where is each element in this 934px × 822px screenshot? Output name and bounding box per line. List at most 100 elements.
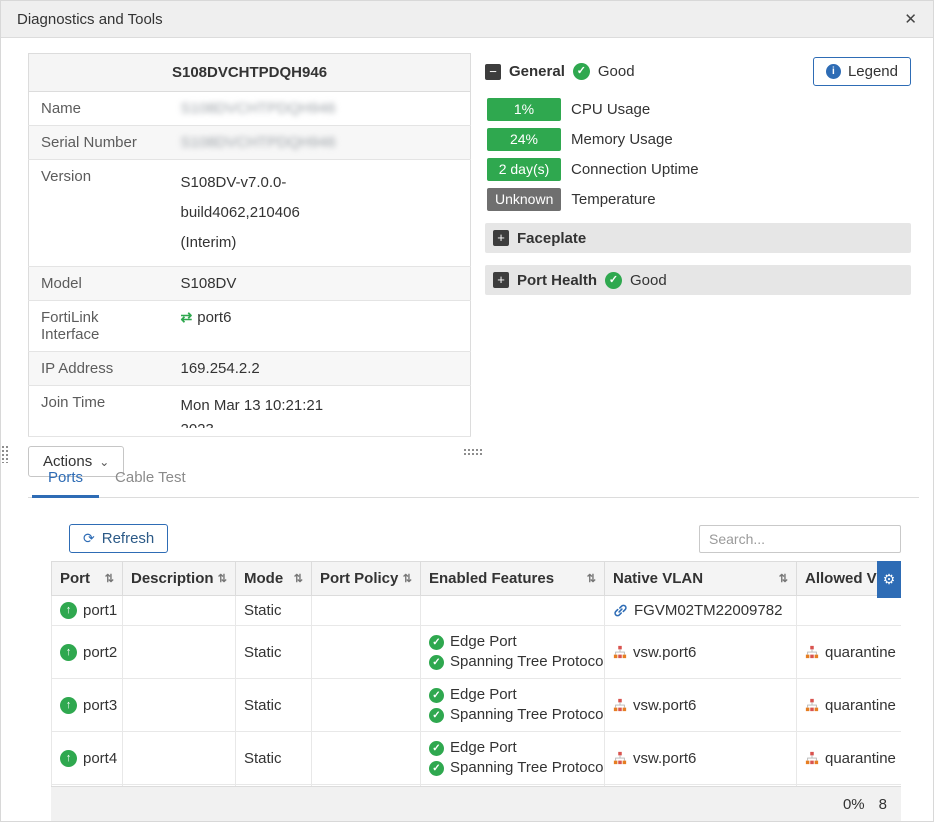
ports-section: ⟳ Refresh Port⇅ Description⇅ Mode⇅ Port …	[1, 498, 933, 799]
table-row-port3[interactable]: ↑port3 Static ✓Edge Port ✓Spanning Tree …	[52, 679, 902, 732]
device-model-value: S108DV	[169, 267, 471, 301]
expand-icon[interactable]: +	[493, 230, 509, 246]
info-label: Version	[29, 160, 169, 267]
legend-button[interactable]: i Legend	[813, 57, 911, 86]
refresh-icon: ⟳	[83, 530, 95, 547]
temperature-badge: Unknown	[487, 188, 561, 211]
table-row-port1[interactable]: ↑port1 Static FGVM02TM22009782	[52, 596, 902, 626]
port-up-icon: ↑	[60, 644, 77, 661]
bottom-tabs: Ports Cable Test	[28, 459, 919, 498]
footer-count: 8	[879, 796, 887, 813]
sort-icon: ⇅	[105, 572, 114, 585]
general-stats: 1% CPU Usage 24% Memory Usage 2 day(s) C…	[485, 98, 911, 211]
info-row-serial: Serial Number S108DVCHTPDQH946	[29, 126, 471, 160]
info-label: Model	[29, 267, 169, 301]
connection-uptime-badge: 2 day(s)	[487, 158, 561, 181]
refresh-button[interactable]: ⟳ Refresh	[69, 524, 168, 553]
vlan-icon	[805, 751, 819, 765]
device-info-table: S108DVCHTPDQH946 Name S108DVCHTPDQH946 S…	[28, 53, 471, 437]
sort-icon: ⇅	[403, 572, 412, 585]
column-header-native-vlan[interactable]: Native VLAN⇅	[605, 562, 797, 596]
stat-row-memory: 24% Memory Usage	[487, 128, 911, 151]
vlan-icon	[613, 645, 627, 659]
check-icon: ✓	[429, 741, 444, 756]
search-input[interactable]	[699, 525, 901, 553]
ports-table: Port⇅ Description⇅ Mode⇅ Port Policy⇅ En…	[51, 561, 901, 799]
cpu-usage-badge: 1%	[487, 98, 561, 121]
check-icon: ✓	[429, 635, 444, 650]
sort-icon: ⇅	[587, 572, 596, 585]
ports-table-container: Port⇅ Description⇅ Mode⇅ Port Policy⇅ En…	[51, 561, 901, 799]
sort-icon: ⇅	[294, 572, 303, 585]
vlan-icon	[613, 698, 627, 712]
fortilink-chain-icon	[613, 603, 628, 618]
column-header-description[interactable]: Description⇅	[123, 562, 236, 596]
modal-header: Diagnostics and Tools ✕	[1, 1, 933, 38]
port-up-icon: ↑	[60, 602, 77, 619]
ports-toolbar: ⟳ Refresh	[51, 524, 901, 553]
info-label: Join Time	[29, 386, 169, 437]
status-badge: Good	[630, 272, 667, 289]
check-icon: ✓	[429, 761, 444, 776]
device-version-value: S108DV-v7.0.0- build4062,210406 (Interim…	[169, 160, 471, 267]
device-join-time-value: Mon Mar 13 10:21:21 2023	[169, 386, 471, 437]
section-general-header[interactable]: − General ✓ Good i Legend	[485, 53, 911, 98]
stat-row-uptime: 2 day(s) Connection Uptime	[487, 158, 911, 181]
table-row-port4[interactable]: ↑port4 Static ✓Edge Port ✓Spanning Tree …	[52, 732, 902, 785]
info-label: Name	[29, 92, 169, 126]
section-title: Port Health	[517, 272, 597, 289]
info-row-model: Model S108DV	[29, 267, 471, 301]
section-title: General	[509, 63, 565, 80]
info-label: IP Address	[29, 352, 169, 386]
panel-splitter	[1, 445, 933, 459]
column-header-port-policy[interactable]: Port Policy⇅	[312, 562, 421, 596]
fortilink-icon: ⇄	[181, 309, 193, 325]
vlan-icon	[805, 698, 819, 712]
device-title: S108DVCHTPDQH946	[29, 54, 471, 92]
footer-percent: 0%	[843, 796, 865, 813]
column-header-mode[interactable]: Mode⇅	[236, 562, 312, 596]
check-icon: ✓	[429, 708, 444, 723]
good-check-icon: ✓	[605, 272, 622, 289]
top-area: S108DVCHTPDQH946 Name S108DVCHTPDQH946 S…	[1, 38, 933, 445]
info-row-join-time: Join Time Mon Mar 13 10:21:21 2023	[29, 386, 471, 437]
port-up-icon: ↑	[60, 697, 77, 714]
expand-icon[interactable]: +	[493, 272, 509, 288]
device-info-panel: S108DVCHTPDQH946 Name S108DVCHTPDQH946 S…	[28, 53, 471, 445]
section-port-health-header[interactable]: + Port Health ✓ Good	[485, 265, 911, 295]
column-header-port[interactable]: Port⇅	[52, 562, 123, 596]
device-serial-value: S108DVCHTPDQH946	[181, 134, 336, 151]
good-check-icon: ✓	[573, 63, 590, 80]
diagnostics-modal: Diagnostics and Tools ✕ S108DVCHTPDQH946…	[0, 0, 934, 822]
table-footer: 0% 8	[51, 786, 901, 821]
section-faceplate-header[interactable]: + Faceplate	[485, 223, 911, 253]
info-row-name: Name S108DVCHTPDQH946	[29, 92, 471, 126]
info-row-ip: IP Address 169.254.2.2	[29, 352, 471, 386]
table-settings-gear-icon[interactable]: ⚙	[877, 561, 901, 598]
stat-row-cpu: 1% CPU Usage	[487, 98, 911, 121]
tab-ports[interactable]: Ports	[32, 459, 99, 498]
fortilink-interface-value: ⇄port6	[169, 301, 471, 352]
device-name-value: S108DVCHTPDQH946	[181, 100, 336, 117]
collapse-icon[interactable]: −	[485, 64, 501, 80]
table-row-port2[interactable]: ↑port2 Static ✓Edge Port ✓Spanning Tree …	[52, 626, 902, 679]
port-up-icon: ↑	[60, 750, 77, 767]
memory-usage-badge: 24%	[487, 128, 561, 151]
info-icon: i	[826, 64, 841, 79]
vertical-resize-handle[interactable]	[1, 445, 10, 463]
horizontal-resize-handle[interactable]	[463, 448, 483, 457]
sort-icon: ⇅	[779, 572, 788, 585]
status-badge: Good	[598, 63, 635, 80]
column-header-enabled-features[interactable]: Enabled Features⇅	[421, 562, 605, 596]
vlan-icon	[613, 751, 627, 765]
check-icon: ✓	[429, 688, 444, 703]
device-ip-value: 169.254.2.2	[169, 352, 471, 386]
stat-row-temperature: Unknown Temperature	[487, 188, 911, 211]
health-panel: − General ✓ Good i Legend 1% CPU Usage 2…	[485, 53, 911, 445]
section-title: Faceplate	[517, 230, 586, 247]
info-label: FortiLink Interface	[29, 301, 169, 352]
tab-cable-test[interactable]: Cable Test	[99, 459, 202, 497]
close-icon[interactable]: ✕	[904, 10, 917, 28]
info-label: Serial Number	[29, 126, 169, 160]
info-row-fortilink: FortiLink Interface ⇄port6	[29, 301, 471, 352]
